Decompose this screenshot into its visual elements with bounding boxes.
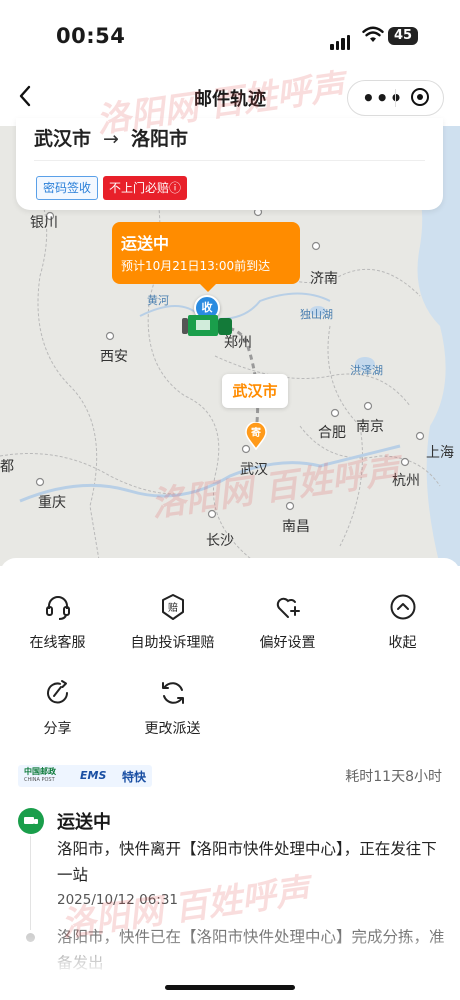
timeline-status: 运送中 [57,812,111,833]
map-city-label: 合肥 [318,425,346,441]
carrier-badge: 中国邮政 CHINA POST EMS 特快 [18,765,152,787]
map-city-label: 都 [0,459,14,475]
origin-city: 武汉市 [34,128,92,150]
battery-icon: 45 [388,27,418,45]
map-city-label: 南昌 [282,519,310,535]
status-time: 00:54 [56,24,126,48]
bubble-eta: 预计10月21日13:00前到达 [121,259,271,273]
action-complaint-claim[interactable]: 赔 自助投诉理赔 [115,592,230,652]
svg-text:赔: 赔 [168,601,178,614]
chevron-up-icon [390,594,415,620]
status-bubble: 运送中 预计10月21日13:00前到达 [112,222,300,292]
no-door-compensation-tag[interactable]: 不上门必赔ⓘ [103,176,188,200]
bubble-status: 运送中 [121,234,170,253]
share-icon [46,680,68,704]
map-city-label: 长沙 [206,533,234,549]
map-lake-label: 洪泽湖 [350,364,383,377]
action-label: 收起 [388,635,417,651]
map-city-label: 重庆 [38,495,66,511]
origin-city-label: 武汉市 [222,374,288,408]
action-online-service[interactable]: 在线客服 [0,592,115,652]
action-share[interactable]: 分享 [0,678,115,738]
more-icon[interactable]: ••• [362,88,403,108]
action-change-delivery[interactable]: 更改派送 [115,678,230,738]
timeline-connector [30,836,31,930]
timeline-truck-icon [18,808,44,834]
action-label: 在线客服 [29,635,86,651]
wifi-icon [362,26,384,42]
card-divider [34,160,425,161]
map-river-label: 黄河 [147,294,169,307]
route-card: 武汉市 → 洛阳市 密码签收 不上门必赔ⓘ [16,118,443,210]
close-miniapp-icon[interactable] [411,88,429,106]
map-city-label: 银川 [30,215,58,231]
china-post-logo: 中国邮政 CHINA POST [24,767,56,784]
pin-sign-tag: 密码签收 [36,176,99,200]
info-icon: ⓘ [169,181,182,195]
bubble-tail [200,284,216,292]
ems-logo: EMS [80,769,107,782]
action-collapse[interactable]: 收起 [345,592,460,652]
capsule-divider [395,89,396,107]
map-city-label: 济南 [310,271,338,287]
map-city-label: 西安 [100,349,128,365]
miniapp-capsule: ••• [347,80,444,116]
refresh-icon [161,682,184,704]
action-label: 自助投诉理赔 [130,635,215,651]
transit-duration: 耗时11天8小时 [345,769,442,785]
service-type: 特快 [122,770,147,784]
compensation-icon: 赔 [161,594,184,620]
action-label: 分享 [43,721,72,737]
truck-icon [182,315,232,336]
home-indicator[interactable] [165,985,295,990]
heart-plus-icon [276,597,300,618]
origin-marker-label: 寄 [251,428,261,439]
action-preferences[interactable]: 偏好设置 [230,592,345,652]
map-city-label: 南京 [356,419,384,435]
headset-icon [45,596,70,620]
map-lake-label: 独山湖 [300,308,333,321]
action-label: 更改派送 [144,721,201,737]
no-door-tag-label: 不上门必赔 [109,181,170,195]
action-label: 偏好设置 [259,635,316,651]
signal-icon [330,31,352,50]
map-city-label: 上海 [426,445,454,461]
